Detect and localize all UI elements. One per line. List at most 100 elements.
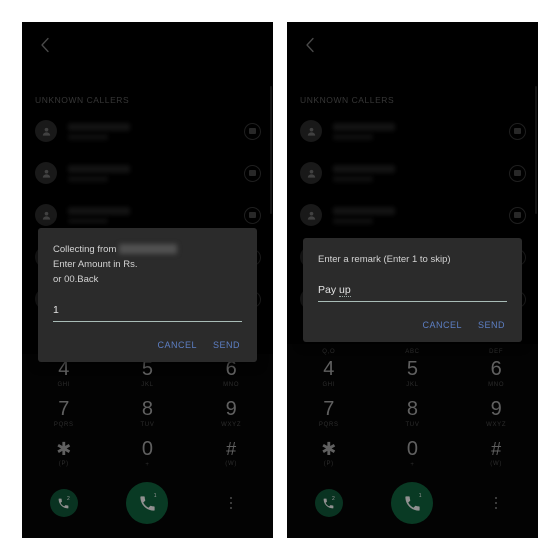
list-item[interactable] xyxy=(287,152,538,194)
dial-key-4[interactable]: 4 GHI xyxy=(287,354,371,394)
caller-name-redacted xyxy=(68,206,130,215)
list-item[interactable] xyxy=(22,152,273,194)
phone-call-icon-sim2[interactable]: 2 xyxy=(314,489,343,517)
dialpad-left: 4 GHI 5 JKL 6 MNO 7 PQRS 8 TUV 9 WXYZ ✱ … xyxy=(22,354,273,538)
dial-key-digit: 5 xyxy=(406,358,419,380)
dial-key-digit: 9 xyxy=(225,398,237,420)
person-icon xyxy=(300,162,322,184)
chevron-left-icon[interactable] xyxy=(34,34,56,56)
person-icon xyxy=(300,120,322,142)
dial-key-0[interactable]: 0 + xyxy=(371,434,455,474)
dial-key-8[interactable]: 8 TUV xyxy=(106,394,190,434)
dial-key-digit: # xyxy=(491,439,502,459)
dial-key-letters: PQRS xyxy=(53,422,74,428)
dial-key-letters: PQRS xyxy=(318,422,339,428)
dial-key-digit: 0 xyxy=(406,438,419,460)
caller-subtitle-redacted xyxy=(333,175,373,182)
section-label-unknown-callers: UNKNOWN CALLERS xyxy=(300,95,395,105)
dial-key-letters: (W) xyxy=(225,461,238,467)
dial-key-star[interactable]: ✱ (P) xyxy=(287,434,371,474)
message-icon[interactable] xyxy=(509,164,526,182)
dial-key-0[interactable]: 0 + xyxy=(106,434,190,474)
remark-input[interactable]: Pay up xyxy=(318,280,507,302)
phone-call-icon-sim1[interactable]: 1 xyxy=(126,482,169,524)
dial-key-letters: (P) xyxy=(323,461,334,467)
dial-key-digit: ✱ xyxy=(56,439,72,459)
dialog-line-1: Enter a remark (Enter 1 to skip) xyxy=(318,254,451,265)
list-item[interactable] xyxy=(287,194,538,236)
dial-key-letters: TUV xyxy=(405,422,420,428)
chevron-left-icon[interactable] xyxy=(299,34,321,56)
dial-key-letters: JKL xyxy=(406,382,419,388)
list-item-text xyxy=(68,122,244,140)
message-icon[interactable] xyxy=(509,122,526,140)
list-item[interactable] xyxy=(22,110,273,152)
dial-key-digit: 8 xyxy=(406,398,419,420)
dial-key-digit: 7 xyxy=(58,398,70,420)
list-item[interactable] xyxy=(287,110,538,152)
dial-key-7[interactable]: 7 PQRS xyxy=(287,394,371,434)
remark-input-text: Pay xyxy=(318,284,340,296)
dial-key-hash[interactable]: # (W) xyxy=(454,434,538,474)
dial-key-9[interactable]: 9 WXYZ xyxy=(454,394,538,434)
dial-key-6[interactable]: 6 MNO xyxy=(454,354,538,394)
amount-input-value: 1 xyxy=(53,304,59,316)
list-item-text xyxy=(68,206,244,224)
dialog-actions-left: CANCEL SEND xyxy=(53,338,242,352)
cancel-button[interactable]: CANCEL xyxy=(422,318,462,332)
dial-key-letters: MNO xyxy=(223,382,240,388)
dialpad-actions-left: 2 1 xyxy=(22,474,273,532)
dial-key-5[interactable]: 5 JKL xyxy=(371,354,455,394)
dialpad-grid-left: 4 GHI 5 JKL 6 MNO 7 PQRS 8 TUV 9 WXYZ ✱ … xyxy=(22,354,273,474)
dial-key-letters: GHI xyxy=(57,382,71,388)
dial-key-letters: + xyxy=(145,462,150,468)
dial-key-digit: 6 xyxy=(225,358,237,380)
dial-key-digit: 0 xyxy=(141,438,154,460)
dial-key-letters: + xyxy=(410,462,415,468)
dial-key-9[interactable]: 9 WXYZ xyxy=(189,394,273,434)
dialog-actions-right: CANCEL SEND xyxy=(318,318,507,332)
screenshot-stage: UNKNOWN CALLERS 4 GHI 5 JKL 6 MNO 7 PQRS… xyxy=(0,0,560,560)
collect-from-name-redacted xyxy=(119,244,178,254)
kebab-menu-icon[interactable] xyxy=(229,496,233,510)
phone-call-icon-sim2[interactable]: 2 xyxy=(49,489,78,517)
dial-key-letters: WXYZ xyxy=(486,422,507,428)
send-button[interactable]: SEND xyxy=(478,318,505,332)
message-icon[interactable] xyxy=(244,164,261,182)
dial-key-digit: # xyxy=(226,439,237,459)
dial-key-letters: TUV xyxy=(140,422,155,428)
list-item-text xyxy=(333,206,509,224)
dial-key-8[interactable]: 8 TUV xyxy=(371,394,455,434)
cancel-button[interactable]: CANCEL xyxy=(157,338,197,352)
collect-amount-dialog: Collecting from Enter Amount in Rs. or 0… xyxy=(38,228,257,362)
dial-key-hash[interactable]: # (W) xyxy=(189,434,273,474)
dial-key-letters: GHI xyxy=(322,382,336,388)
phone-call-icon-sim1[interactable]: 1 xyxy=(391,482,434,524)
phone-screen-left: UNKNOWN CALLERS 4 GHI 5 JKL 6 MNO 7 PQRS… xyxy=(22,22,273,538)
amount-input[interactable]: 1 xyxy=(53,300,242,322)
message-icon[interactable] xyxy=(244,122,261,140)
caller-subtitle-redacted xyxy=(68,217,108,224)
sim-badge-2: 2 xyxy=(332,496,335,502)
caller-subtitle-redacted xyxy=(333,133,373,140)
dial-key-7[interactable]: 7 PQRS xyxy=(22,394,106,434)
remark-input-misspelled-word: up xyxy=(339,284,351,297)
kebab-menu-icon[interactable] xyxy=(494,496,498,510)
caller-subtitle-redacted xyxy=(68,175,108,182)
message-icon[interactable] xyxy=(244,206,261,224)
dial-key-star[interactable]: ✱ (P) xyxy=(22,434,106,474)
dial-key-digit: 4 xyxy=(58,358,70,380)
dial-key-letters: JKL xyxy=(141,382,154,388)
sim-badge-1: 1 xyxy=(153,493,157,499)
person-icon xyxy=(35,120,57,142)
dialog-line-2: Enter Amount in Rs. xyxy=(53,259,138,270)
message-icon[interactable] xyxy=(509,206,526,224)
caller-name-redacted xyxy=(333,164,395,173)
phone-screen-right: UNKNOWN CALLERS Q,O ABC DEF 4 GHI 5 JKL … xyxy=(287,22,538,538)
dialpad-right: Q,O ABC DEF 4 GHI 5 JKL 6 MNO 7 PQRS 8 T… xyxy=(287,344,538,538)
dial-key-digit: 6 xyxy=(490,358,502,380)
caller-name-redacted xyxy=(68,122,130,131)
send-button[interactable]: SEND xyxy=(213,338,240,352)
person-icon xyxy=(35,204,57,226)
caller-name-redacted xyxy=(68,164,130,173)
